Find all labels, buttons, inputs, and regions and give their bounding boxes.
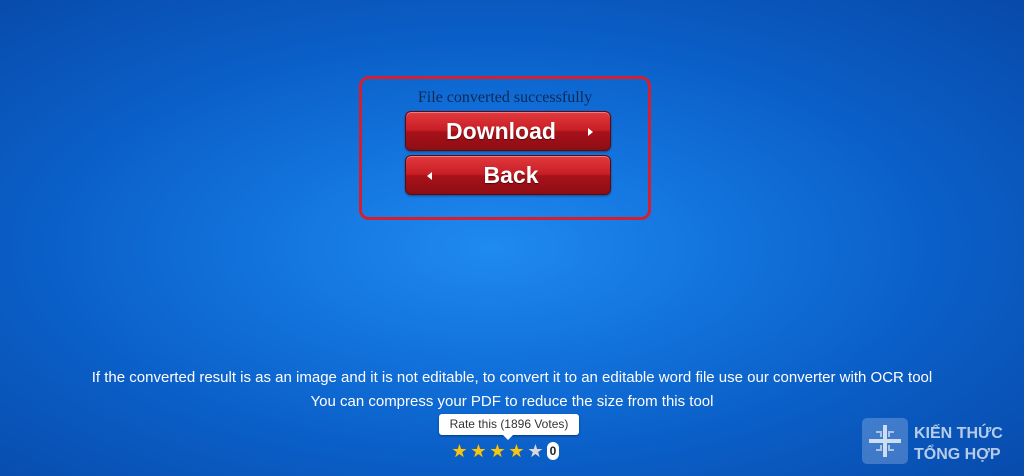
compress-note-text: You can compress your PDF to reduce the … bbox=[310, 393, 714, 410]
download-button-label: Download bbox=[446, 118, 556, 144]
rating-tooltip: Rate this (1896 Votes) bbox=[439, 414, 579, 440]
star-filled-icon[interactable]: ★ bbox=[469, 441, 488, 461]
ocr-note-text: If the converted result is as an image a… bbox=[91, 369, 933, 386]
watermark-text-line1: KIẾN THỨC bbox=[914, 425, 1003, 442]
star-filled-icon[interactable]: ★ bbox=[450, 441, 469, 461]
watermark-logo-icon bbox=[862, 418, 908, 464]
star-empty-icon[interactable]: ★ bbox=[526, 441, 545, 461]
star-filled-icon[interactable]: ★ bbox=[507, 441, 526, 461]
arrow-right-icon bbox=[588, 128, 593, 136]
conversion-result-panel: File converted successfully Download Bac… bbox=[359, 76, 651, 220]
back-button-label: Back bbox=[483, 162, 539, 188]
watermark: KIẾN THỨC TỔNG HỢP bbox=[862, 418, 1022, 468]
star-rating: ★ ★ ★ ★ ★ 0 bbox=[450, 441, 559, 461]
watermark-text-line2: TỔNG HỢP bbox=[914, 446, 1001, 463]
back-button[interactable]: Back bbox=[405, 155, 611, 195]
rating-count-badge: 0 bbox=[547, 442, 559, 460]
star-filled-icon[interactable]: ★ bbox=[488, 441, 507, 461]
download-button[interactable]: Download bbox=[405, 111, 611, 151]
tooltip-pointer bbox=[503, 435, 513, 440]
conversion-status-text: File converted successfully bbox=[417, 89, 593, 106]
rating-tooltip-text: Rate this (1896 Votes) bbox=[449, 417, 569, 431]
